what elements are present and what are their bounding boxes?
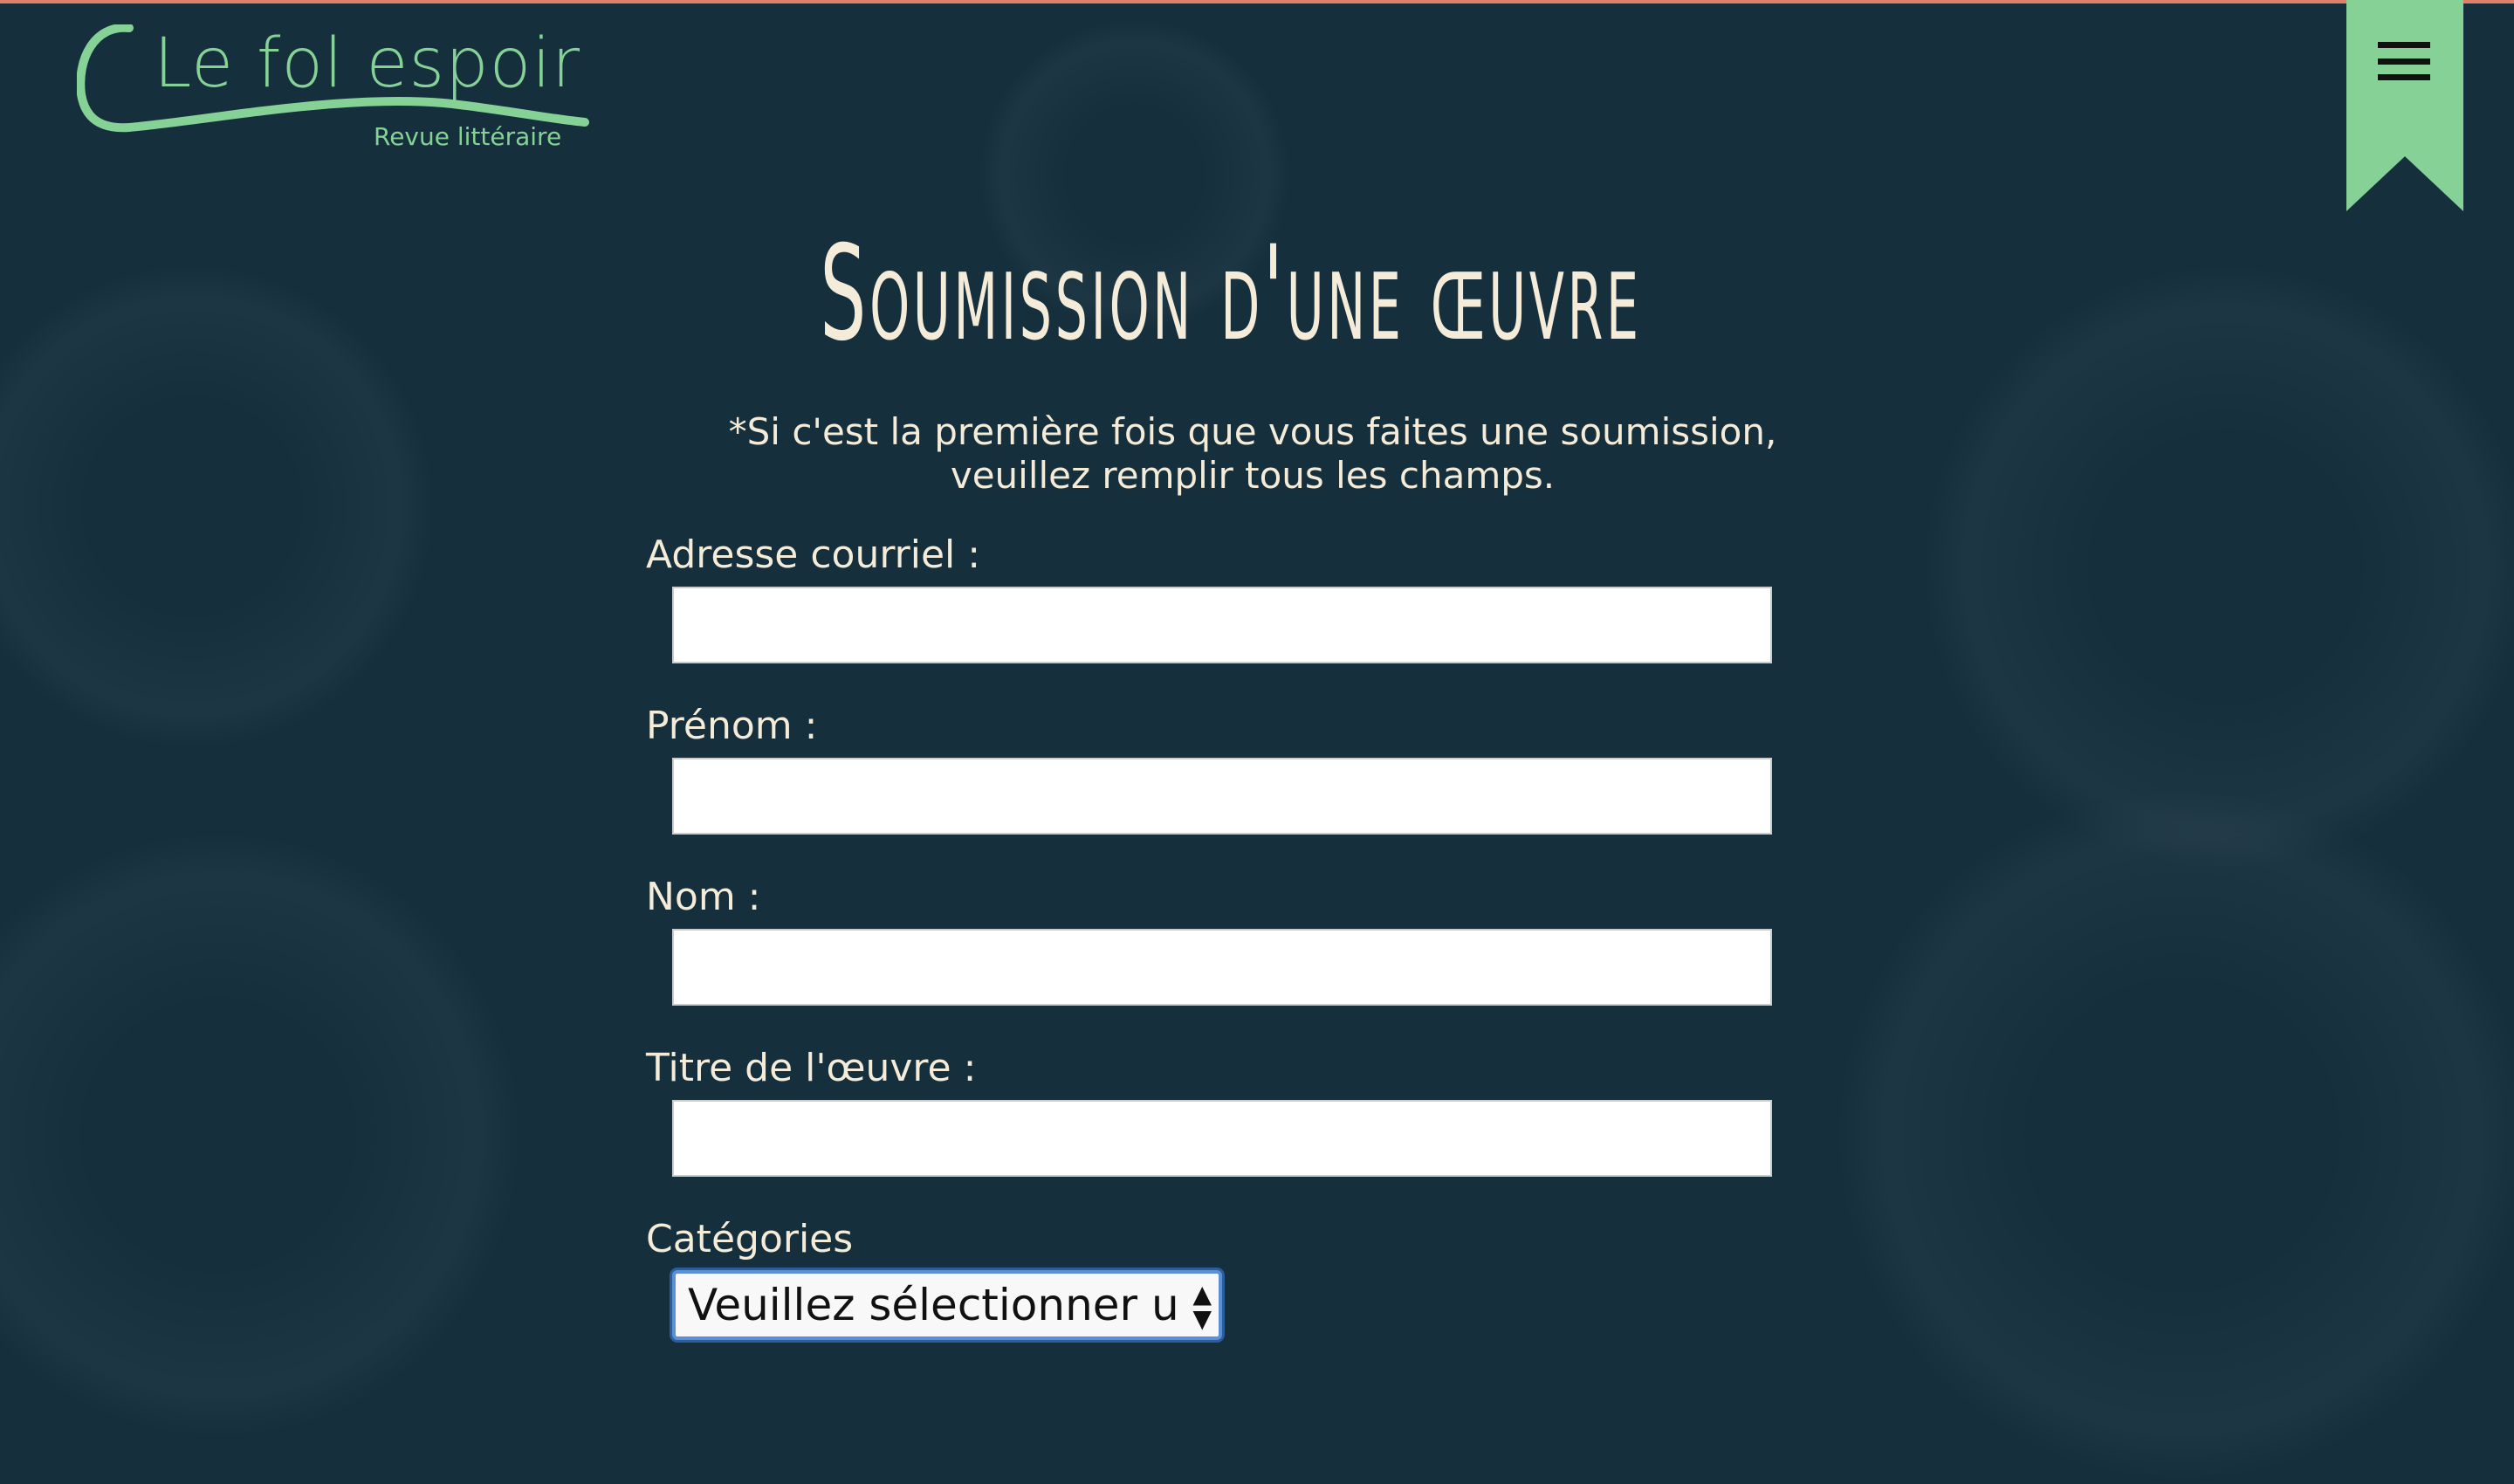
category-select[interactable]: Veuillez sélectionner une ▲▼: [672, 1270, 1222, 1340]
hamburger-icon[interactable]: [2378, 42, 2430, 80]
background-decoration: [1833, 786, 2514, 1484]
email-label: Adresse courriel :: [646, 532, 981, 577]
top-border: [0, 0, 2514, 3]
category-label: Catégories: [646, 1217, 854, 1261]
logo-subtitle: Revue littéraire: [374, 122, 562, 151]
firstname-label: Prénom :: [646, 704, 818, 748]
background-decoration: [0, 262, 436, 751]
email-field[interactable]: [672, 587, 1772, 663]
page-title: Soumission d'une œuvre: [820, 218, 1642, 370]
note-line: veuillez remplir tous les champs.: [950, 454, 1556, 497]
lastname-field[interactable]: [672, 929, 1772, 1006]
instructions-note: *Si c'est la première fois que vous fait…: [0, 410, 2505, 498]
select-arrows-icon: ▲ ▼: [1192, 1280, 1212, 1333]
background-decoration: [1920, 262, 2514, 873]
logo-title: Le fol espoir: [154, 24, 581, 103]
category-selected-value: Veuillez sélectionner une: [688, 1280, 1177, 1330]
firstname-field[interactable]: [672, 758, 1772, 835]
note-line: *Si c'est la première fois que vous fait…: [728, 410, 1777, 453]
work-title-field[interactable]: [672, 1100, 1772, 1177]
menu-ribbon[interactable]: [2346, 0, 2463, 211]
site-logo[interactable]: Le fol espoir Revue littéraire: [77, 24, 592, 164]
background-decoration: [0, 829, 524, 1440]
work-title-label: Titre de l'œuvre :: [646, 1046, 977, 1090]
lastname-label: Nom :: [646, 875, 761, 919]
